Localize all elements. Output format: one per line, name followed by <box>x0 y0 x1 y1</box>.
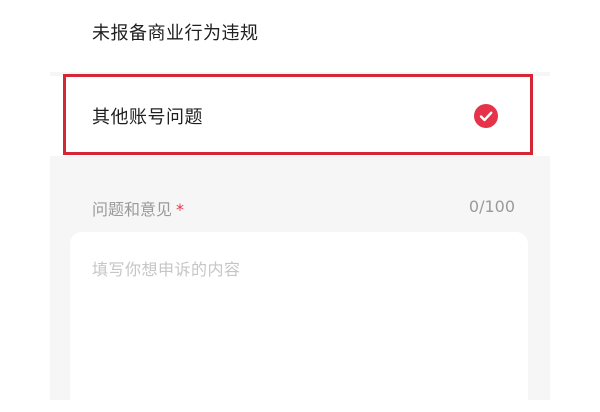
appeal-option-label: 其他账号问题 <box>92 107 203 128</box>
appeal-option-other-account-issue[interactable]: 其他账号问题 <box>50 76 550 156</box>
appeal-option-label: 未报备商业行为违规 <box>92 23 259 44</box>
required-mark: * <box>176 200 185 219</box>
check-circle-icon <box>474 104 498 128</box>
feedback-label-text: 问题和意见 <box>92 200 173 219</box>
appeal-option-commercial-violation[interactable]: 未报备商业行为违规 <box>50 0 550 72</box>
feedback-textarea-placeholder: 填写你想申诉的内容 <box>92 260 241 279</box>
character-counter: 0/100 <box>468 197 515 216</box>
feedback-label: 问题和意见 * <box>92 196 184 220</box>
feedback-textarea[interactable]: 填写你想申诉的内容 <box>70 232 528 412</box>
